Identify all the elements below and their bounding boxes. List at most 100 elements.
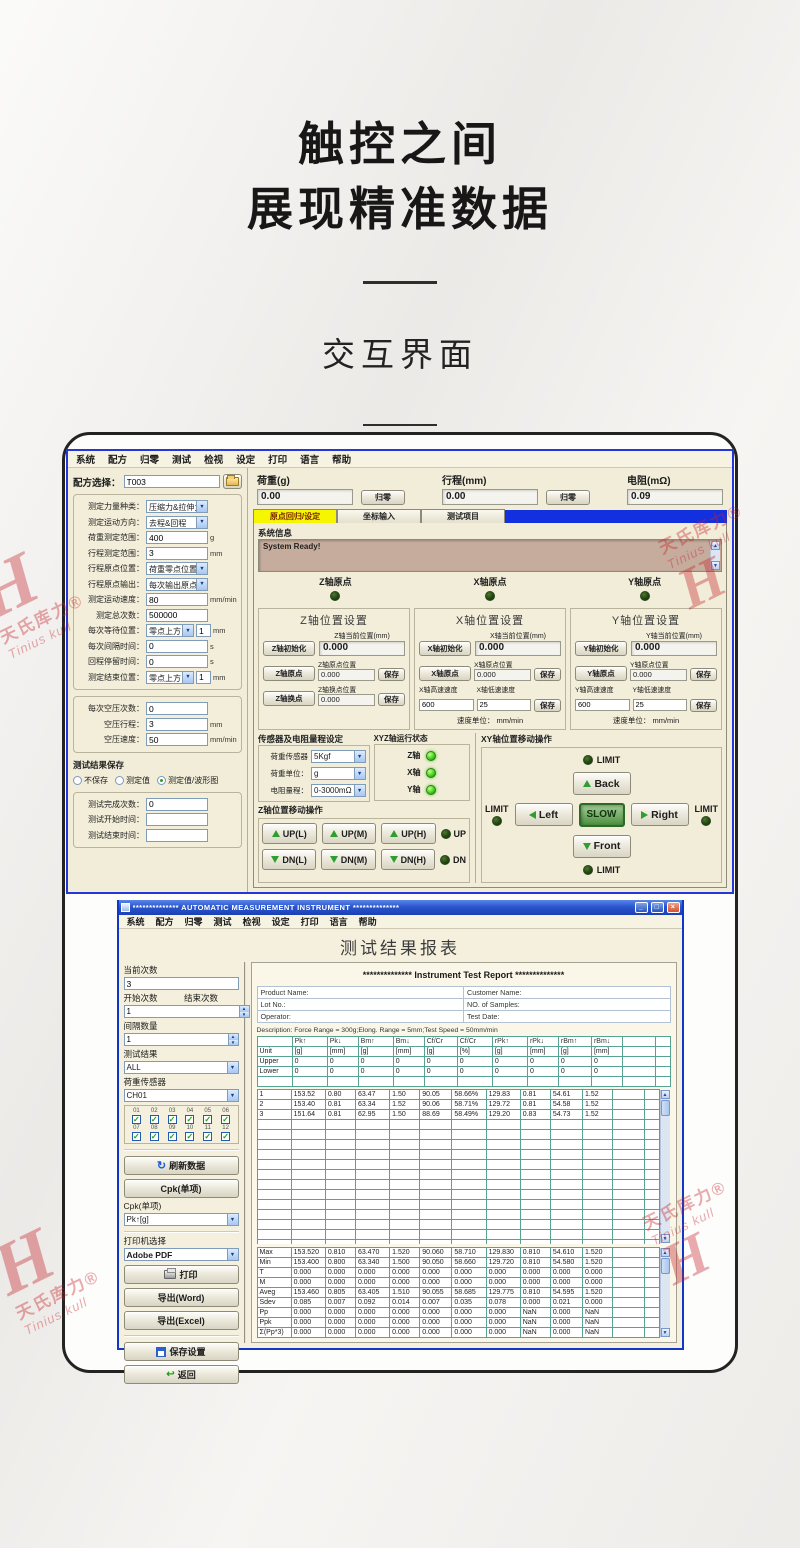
axis-init-button[interactable]: Z轴初始化 <box>263 641 315 656</box>
axis-origin-button[interactable]: Z轴换点 <box>263 691 315 706</box>
checkbox-icon[interactable]: ✓ <box>168 1115 177 1124</box>
checkbox-icon[interactable]: ✓ <box>150 1132 159 1141</box>
save-button[interactable]: 保存 <box>690 668 717 681</box>
z-move-button[interactable]: DN(L) <box>262 849 316 870</box>
checkbox-icon[interactable]: ✓ <box>203 1115 212 1124</box>
field-input[interactable] <box>146 547 208 560</box>
save-button[interactable]: 保存 <box>690 699 717 712</box>
interval-stepper[interactable]: ▲▼ <box>124 1033 239 1046</box>
sysinfo-scrollbar[interactable]: ▲ ▼ <box>710 541 720 570</box>
field-input[interactable] <box>146 593 208 606</box>
save-button[interactable]: 保存 <box>534 699 561 712</box>
spin-down-icon[interactable]: ▼ <box>229 1040 238 1046</box>
save-button[interactable]: 保存 <box>534 668 561 681</box>
win2-menu-item-3[interactable]: 测试 <box>214 915 232 928</box>
win1-menu-item-7[interactable]: 语言 <box>300 452 319 466</box>
sensor-select[interactable]: 0-3000mΩ▼ <box>311 784 366 797</box>
open-recipe-button[interactable] <box>223 474 242 489</box>
sensor-channel-select[interactable]: CH01▼ <box>124 1089 239 1102</box>
checkbox-icon[interactable]: ✓ <box>168 1132 177 1141</box>
win1-menu-item-4[interactable]: 检视 <box>204 452 223 466</box>
checkbox-icon[interactable]: ✓ <box>221 1115 230 1124</box>
right-button[interactable]: Right <box>631 803 689 826</box>
radio-option[interactable]: 测定值/波形图 <box>157 775 218 786</box>
start-count-stepper[interactable]: ▲▼ <box>124 1005 250 1018</box>
back-button[interactable]: Back <box>573 772 631 795</box>
close-icon[interactable]: × <box>667 902 680 913</box>
scroll-thumb[interactable] <box>661 1258 670 1274</box>
win1-menu-item-1[interactable]: 配方 <box>108 452 127 466</box>
return-button[interactable]: ↩返回 <box>124 1365 239 1384</box>
field-input[interactable] <box>146 655 208 668</box>
win2-menu-item-5[interactable]: 设定 <box>272 915 290 928</box>
win1-menu-item-3[interactable]: 测试 <box>172 452 191 466</box>
field-input[interactable] <box>146 531 208 544</box>
recipe-input[interactable] <box>124 475 220 488</box>
radio-option[interactable]: 不保存 <box>73 775 108 786</box>
win1-menu-item-8[interactable]: 帮助 <box>332 452 351 466</box>
tab-1[interactable]: 坐标输入 <box>337 509 421 523</box>
stats-scrollbar[interactable]: ▲ ▼ <box>660 1248 670 1337</box>
scroll-up-icon[interactable]: ▲ <box>661 1090 670 1099</box>
field-select[interactable]: 去程&回程▼ <box>146 516 208 529</box>
left-button[interactable]: Left <box>515 803 573 826</box>
win1-menu-item-2[interactable]: 归零 <box>140 452 159 466</box>
start-count-input[interactable] <box>125 1006 239 1017</box>
field-select[interactable]: 荷重零点位置▼ <box>146 562 208 575</box>
scroll-down-icon[interactable]: ▼ <box>661 1328 670 1337</box>
win1-menu-item-0[interactable]: 系统 <box>76 452 95 466</box>
speed-low-input[interactable] <box>477 699 532 711</box>
speed-high-input[interactable] <box>419 699 474 711</box>
front-button[interactable]: Front <box>573 835 631 858</box>
field-input[interactable] <box>146 798 208 811</box>
sensor-select[interactable]: 5Kgf▼ <box>311 750 366 763</box>
win1-menu-item-5[interactable]: 设定 <box>236 452 255 466</box>
save-settings-button[interactable]: 保存设置 <box>124 1342 239 1361</box>
checkbox-icon[interactable]: ✓ <box>185 1132 194 1141</box>
axis-origin-button[interactable]: Z轴原点 <box>263 666 315 681</box>
cpk-button[interactable]: Cpk(单项) <box>124 1179 239 1198</box>
z-move-button[interactable]: UP(H) <box>381 823 436 844</box>
checkbox-icon[interactable]: ✓ <box>203 1132 212 1141</box>
win2-menu-item-6[interactable]: 打印 <box>301 915 319 928</box>
radio-option[interactable]: 测定值 <box>115 775 150 786</box>
win2-menu-item-1[interactable]: 配方 <box>156 915 174 928</box>
field-input[interactable] <box>146 702 208 715</box>
zero-button[interactable]: 归零 <box>361 490 405 505</box>
field-input[interactable] <box>146 640 208 653</box>
win2-menu-item-2[interactable]: 归零 <box>185 915 203 928</box>
maximize-icon[interactable]: □ <box>651 902 664 913</box>
save-button[interactable]: 保存 <box>378 668 405 681</box>
axis-origin-button[interactable]: X轴原点 <box>419 666 471 681</box>
field-input[interactable] <box>146 609 208 622</box>
tab-2[interactable]: 测试项目 <box>421 509 505 523</box>
interval-input[interactable] <box>125 1034 228 1045</box>
z-move-button[interactable]: UP(M) <box>322 823 377 844</box>
field-input-2[interactable] <box>196 624 211 637</box>
win2-menu-item-4[interactable]: 检视 <box>243 915 261 928</box>
field-select[interactable]: 零点上方▼ <box>146 624 194 637</box>
field-input-2[interactable] <box>196 671 211 684</box>
export-excel-button[interactable]: 导出(Excel) <box>124 1311 239 1330</box>
speed-high-input[interactable] <box>575 699 630 711</box>
spin-down-icon[interactable]: ▼ <box>240 1012 249 1018</box>
print-button[interactable]: 打印 <box>124 1265 239 1284</box>
scroll-up-icon[interactable]: ▲ <box>661 1248 670 1257</box>
radio-icon[interactable] <box>115 776 124 785</box>
checkbox-icon[interactable]: ✓ <box>150 1115 159 1124</box>
speed-low-input[interactable] <box>633 699 688 711</box>
axis-init-button[interactable]: Y轴初始化 <box>575 641 627 656</box>
field-select[interactable]: 每次输出原点▼ <box>146 578 208 591</box>
printer-select[interactable]: Adobe PDF▼ <box>124 1248 239 1261</box>
scroll-down-icon[interactable]: ▼ <box>711 561 720 570</box>
checkbox-icon[interactable]: ✓ <box>185 1115 194 1124</box>
field-input[interactable] <box>146 829 208 842</box>
save-button[interactable]: 保存 <box>378 693 405 706</box>
win2-menu-item-8[interactable]: 帮助 <box>359 915 377 928</box>
win2-menu-item-0[interactable]: 系统 <box>127 915 145 928</box>
z-move-button[interactable]: UP(L) <box>262 823 317 844</box>
checkbox-icon[interactable]: ✓ <box>221 1132 230 1141</box>
scroll-down-icon[interactable]: ▼ <box>661 1234 670 1243</box>
win1-menu-item-6[interactable]: 打印 <box>268 452 287 466</box>
checkbox-icon[interactable]: ✓ <box>132 1132 141 1141</box>
